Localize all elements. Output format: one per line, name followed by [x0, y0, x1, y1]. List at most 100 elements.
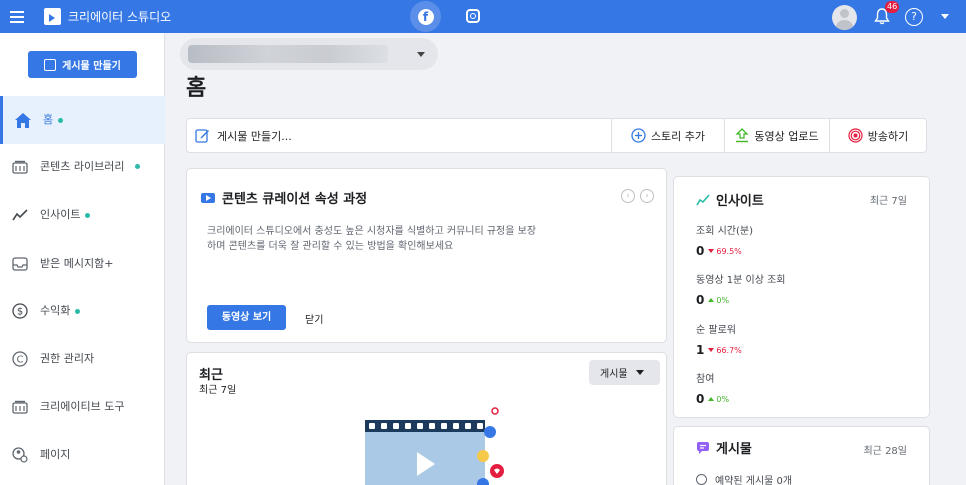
trend-up-icon [708, 298, 715, 302]
sidebar-item-rights-manager[interactable]: C 권한 관리자 [0, 347, 165, 371]
sidebar-item-label: 홈 [43, 113, 54, 126]
account-menu-caret-icon[interactable] [941, 14, 949, 19]
app-title: 크리에이터 스튜디오 [68, 10, 172, 24]
edit-icon [44, 58, 57, 71]
metric-change: 66.7% [716, 345, 742, 355]
posts-header: 게시물 [696, 438, 752, 457]
new-indicator-dot [75, 308, 81, 314]
recent-period: 최근 7일 [199, 385, 237, 396]
trend-up-icon [708, 397, 715, 401]
hamburger-menu-icon[interactable] [10, 11, 24, 23]
compose-post-label: 게시물 만들기... [217, 129, 292, 143]
metric-value: 0 [696, 293, 705, 307]
metric-label: 동영상 1분 이상 조회 [696, 275, 786, 286]
metric-1min-views: 동영상 1분 이상 조회 0 0% [696, 271, 786, 307]
metric-watch-time: 조회 시간(분) 0 69.5% [696, 222, 753, 258]
curation-card-body: 크리에이터 스튜디오에서 충성도 높은 시청자를 식별하고 커뮤니티 규정을 보… [207, 226, 537, 252]
top-bar: 크리에이터 스튜디오 f 46 ? [0, 0, 966, 33]
sidebar-item-label: 콘텐츠 라이브러리 [40, 160, 125, 173]
sidebar-item-page[interactable]: 페이지 [0, 443, 165, 467]
scheduled-posts-row[interactable]: 예약된 게시물 0개 [696, 472, 792, 485]
metric-change: 0% [716, 295, 730, 305]
page-title: 홈 [186, 76, 207, 101]
insights-title: 인사이트 [716, 194, 764, 209]
go-live-button[interactable]: 방송하기 [829, 119, 926, 152]
sidebar-item-content-library[interactable]: 콘텐츠 라이브러리 [0, 150, 165, 184]
sidebar-item-label: 페이지 [40, 448, 71, 461]
creative-tools-icon [11, 399, 28, 416]
sidebar-item-insights[interactable]: 인사이트 [0, 203, 165, 227]
curation-card-title: 콘텐츠 큐레이션 속성 과정 [222, 192, 368, 207]
add-story-button[interactable]: 스토리 추가 [611, 119, 724, 152]
post-type-dropdown[interactable]: 게시물 [589, 360, 660, 385]
recent-card: 최근 최근 7일 게시물 [186, 352, 667, 485]
video-play-icon [201, 192, 215, 203]
dollar-icon: $ [11, 303, 28, 320]
posts-period: 최근 28일 [863, 446, 907, 457]
upload-video-label: 동영상 업로드 [754, 129, 819, 143]
svg-text:C: C [16, 355, 23, 366]
insights-header: 인사이트 [696, 190, 764, 209]
metric-change: 0% [716, 394, 730, 404]
metric-label: 순 팔로워 [696, 325, 736, 336]
insights-icon [11, 207, 28, 224]
new-indicator-dot [135, 164, 140, 169]
sidebar-item-label: 크리에이티브 도구 [40, 400, 125, 413]
notification-badge: 46 [885, 1, 900, 13]
metric-label: 참여 [696, 374, 715, 385]
clock-icon [696, 474, 707, 485]
create-post-label: 게시물 만들기 [62, 61, 121, 72]
curation-card-header: 콘텐츠 큐레이션 속성 과정 [201, 188, 367, 207]
upload-icon [735, 128, 749, 143]
scheduled-posts-label: 예약된 게시물 0개 [715, 476, 793, 485]
page-name-redacted [188, 45, 388, 63]
metric-change: 69.5% [716, 246, 742, 256]
copyright-icon: C [11, 351, 28, 368]
sidebar-item-label: 수익화 [40, 304, 71, 317]
inbox-icon [11, 256, 28, 273]
help-icon[interactable]: ? [905, 8, 923, 26]
sidebar-item-inbox[interactable]: 받은 메시지함+ [0, 252, 165, 276]
curation-course-card: 콘텐츠 큐레이션 속성 과정 ‹ › 크리에이터 스튜디오에서 충성도 높은 시… [186, 168, 667, 343]
compose-post-button[interactable]: 게시물 만들기... [187, 119, 611, 152]
facebook-tab[interactable]: f [410, 1, 441, 32]
live-broadcast-icon [848, 128, 863, 143]
home-icon [14, 112, 31, 129]
sidebar-item-label: 권한 관리자 [40, 352, 95, 365]
empty-state-video-illustration [365, 407, 504, 485]
chat-bubble-icon [697, 442, 709, 454]
sidebar-item-creative-tools[interactable]: 크리에이티브 도구 [0, 395, 165, 419]
instagram-icon[interactable] [466, 9, 480, 23]
page-selector-dropdown[interactable] [180, 38, 438, 70]
sidebar-item-home[interactable]: 홈 [0, 96, 165, 144]
posts-title: 게시물 [716, 442, 752, 457]
add-story-label: 스토리 추가 [650, 129, 706, 143]
edit-icon [195, 129, 209, 143]
trend-down-icon [708, 249, 715, 253]
close-button[interactable]: 닫기 [305, 311, 323, 326]
sidebar-item-label: 받은 메시지함+ [40, 257, 114, 270]
insights-card: 인사이트 최근 7일 조회 시간(분) 0 69.5% 동영상 1분 이상 조회… [673, 176, 930, 418]
create-post-button[interactable]: 게시물 만들기 [28, 51, 137, 78]
insights-icon [696, 193, 710, 205]
metric-label: 조회 시간(분) [696, 226, 753, 237]
chevron-right-icon[interactable]: › [640, 189, 654, 203]
content-library-icon [11, 159, 28, 176]
insights-period: 최근 7일 [869, 196, 907, 207]
posts-card: 게시물 최근 28일 예약된 게시물 0개 [673, 426, 930, 485]
metric-net-followers: 순 팔로워 1 66.7% [696, 321, 742, 357]
metric-engagement: 참여 0 0% [696, 370, 729, 406]
sidebar-item-label: 인사이트 [40, 208, 81, 221]
trend-down-icon [708, 348, 715, 352]
facebook-icon: f [417, 8, 434, 25]
chevron-left-icon[interactable]: ‹ [621, 189, 635, 203]
creator-studio-logo-icon [44, 8, 61, 25]
sidebar-item-monetization[interactable]: $ 수익화 [0, 299, 165, 323]
svg-text:$: $ [16, 307, 22, 318]
upload-video-button[interactable]: 동영상 업로드 [724, 119, 829, 152]
chevron-down-icon [635, 370, 644, 375]
avatar[interactable] [832, 5, 857, 30]
watch-video-button[interactable]: 동영상 보기 [207, 305, 286, 330]
page-settings-icon [11, 447, 28, 464]
chevron-down-icon [417, 52, 425, 57]
